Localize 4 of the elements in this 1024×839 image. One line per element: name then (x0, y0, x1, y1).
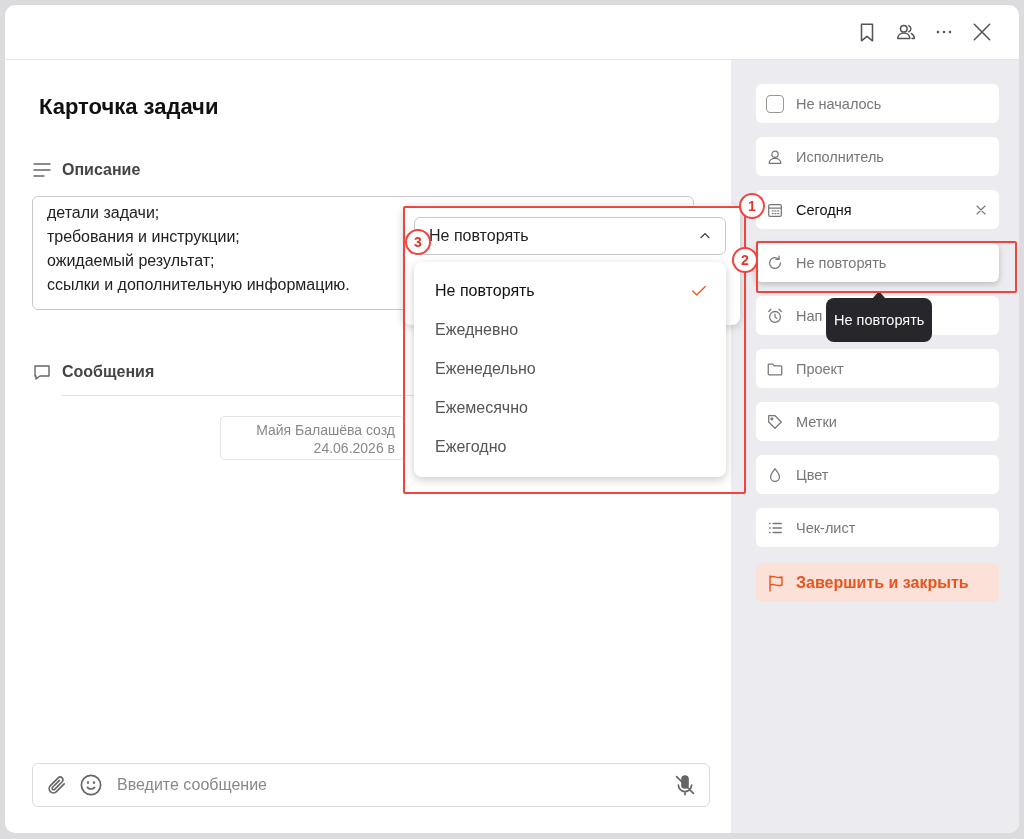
section-title: Сообщения (62, 363, 155, 381)
card-title: Карточка задачи (39, 94, 220, 120)
tooltip: Не повторять (826, 298, 933, 342)
section-title: Описание (62, 161, 141, 179)
